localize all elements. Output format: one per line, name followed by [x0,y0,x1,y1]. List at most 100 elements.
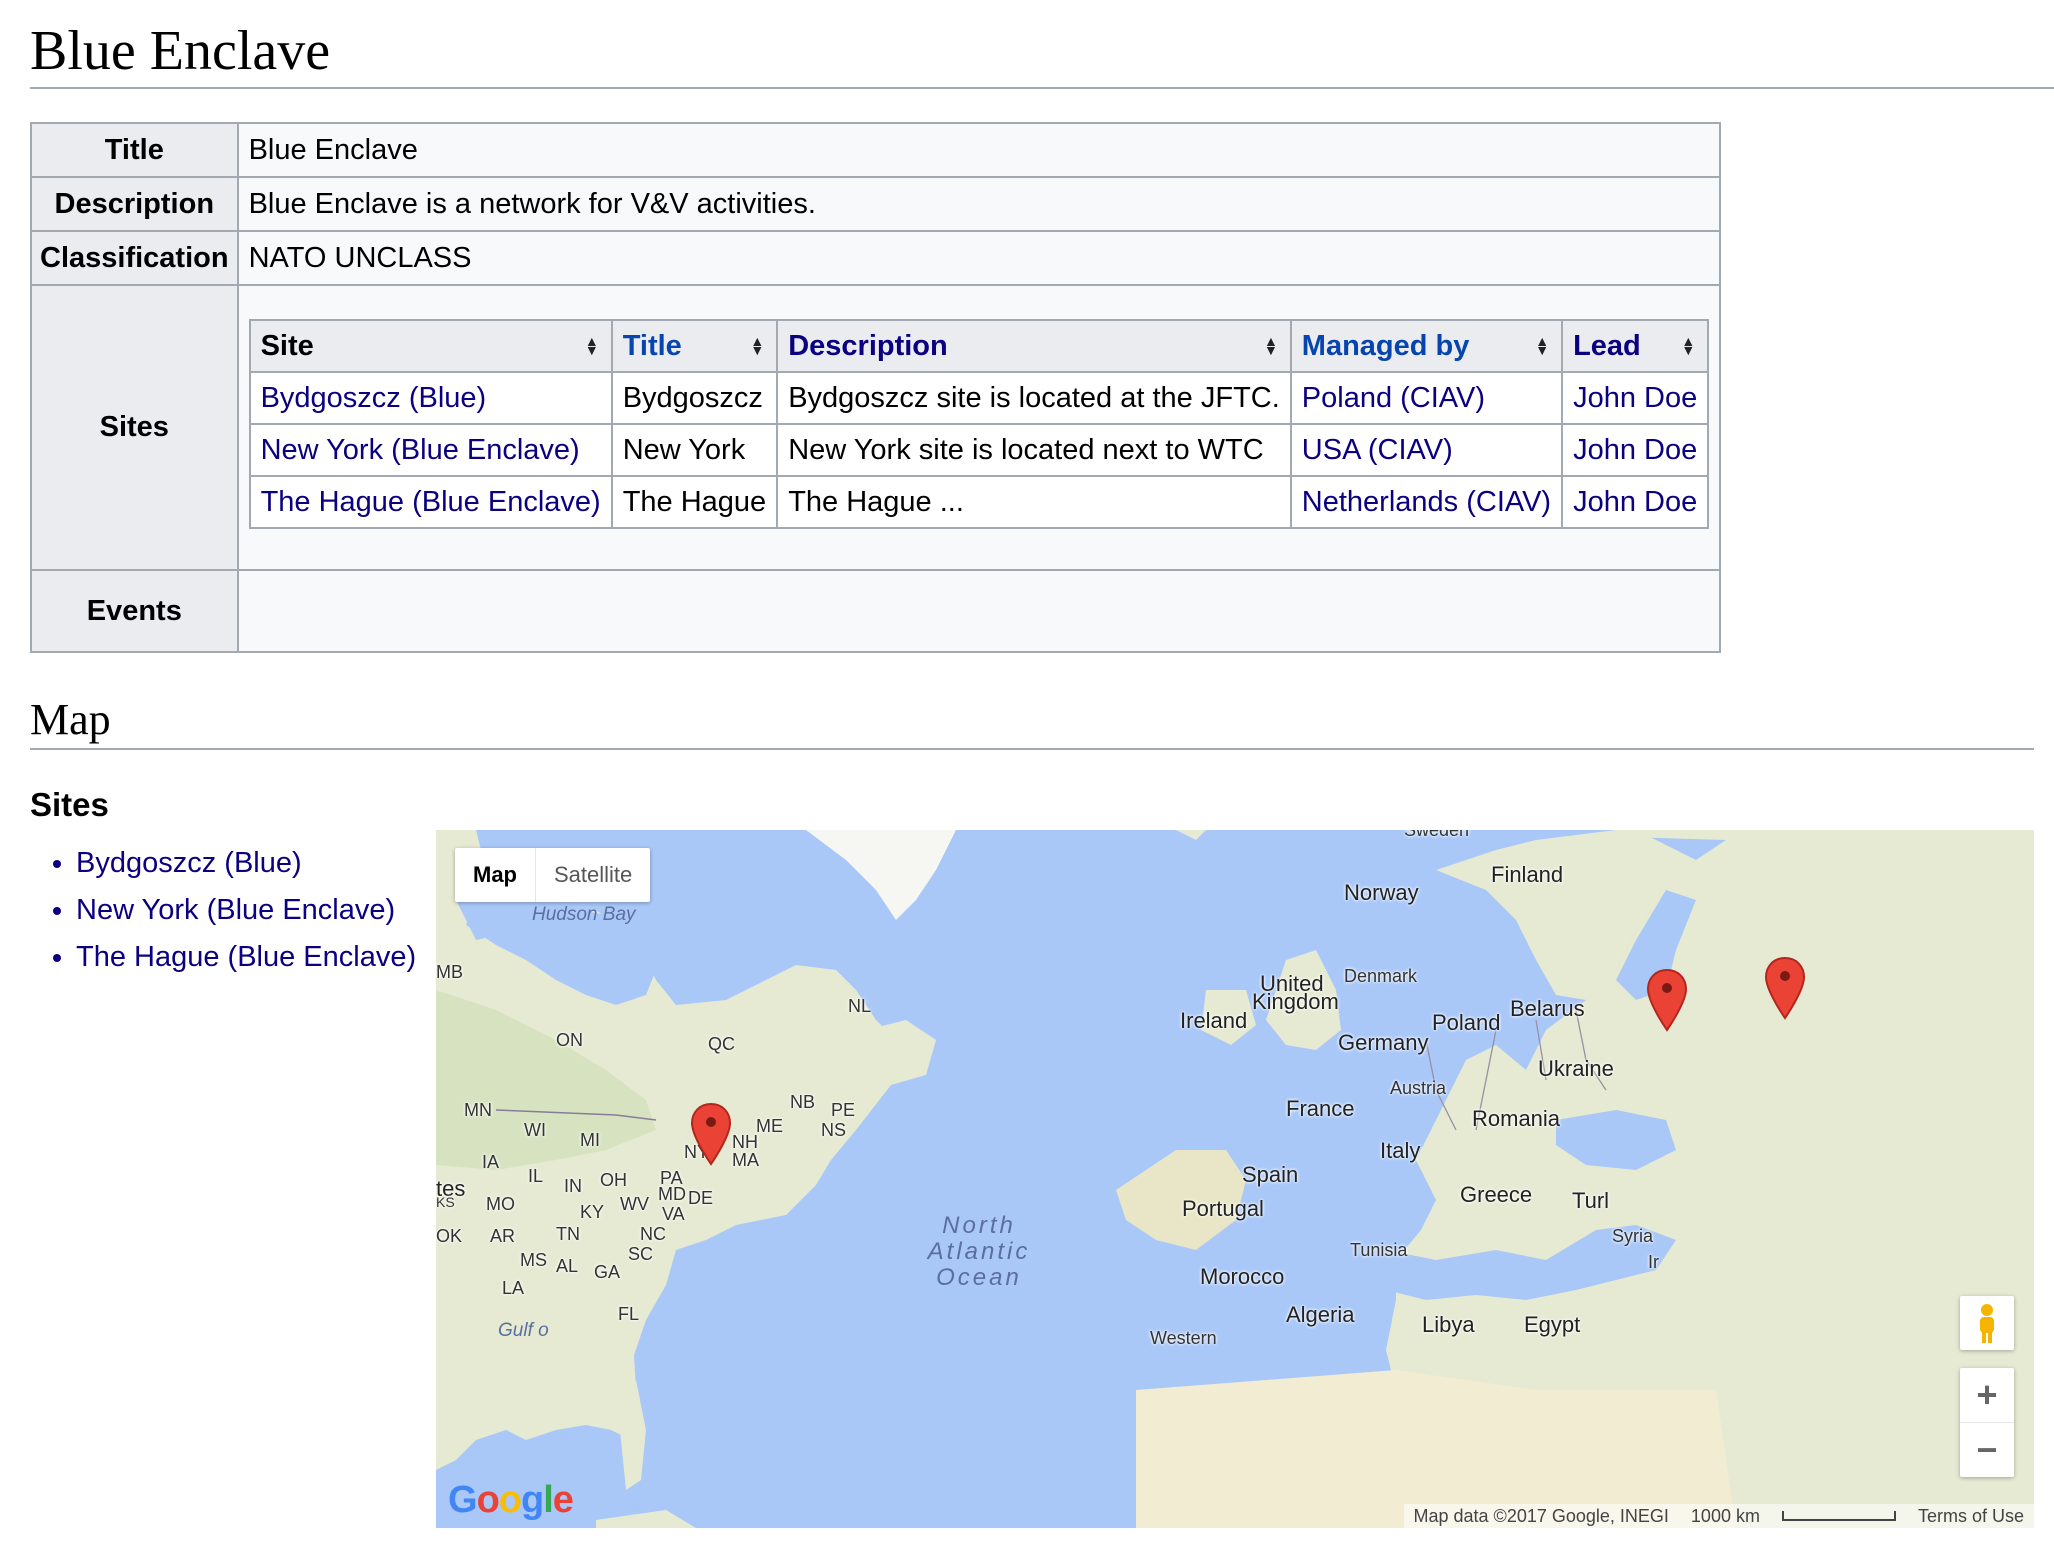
column-header-label[interactable]: Managed by [1302,330,1470,362]
column-header-title[interactable]: Title ▲ ▼ [610,319,779,373]
site-list-link[interactable]: New York (Blue Enclave) [76,894,395,926]
table-row: Bydgoszcz (Blue) Bydgoszcz Bydgoszcz sit… [248,371,1710,425]
site-list: Bydgoszcz (Blue) New York (Blue Enclave)… [48,840,416,981]
sort-icon[interactable]: ▲ ▼ [750,334,764,357]
map-label: Tunisia [1350,1240,1408,1260]
lead-link[interactable]: John Doe [1573,486,1697,518]
column-header-managed-by[interactable]: Managed by ▲ ▼ [1289,319,1564,373]
map-label: Belarus [1510,996,1585,1021]
column-header-label[interactable]: Lead [1573,330,1641,362]
table-row: The Hague (Blue Enclave) The Hague The H… [248,475,1710,529]
map-label: NL [848,996,872,1016]
map-label: VA [662,1204,685,1224]
map-label: OK [436,1226,463,1246]
google-logo: Google [448,1479,574,1521]
sort-icon[interactable]: ▲ ▼ [1535,334,1549,357]
site-link[interactable]: Bydgoszcz (Blue) [261,382,487,414]
map-label: Western [1150,1328,1217,1348]
map-label: IA [482,1152,500,1172]
map-label: Ireland [1180,1008,1248,1033]
map-label: Portugal [1182,1196,1264,1221]
infobox-row-classification: Classification NATO UNCLASS [30,230,1722,286]
site-title: Bydgoszcz [610,371,779,425]
terms-of-use-link[interactable]: Terms of Use [1918,1506,2024,1527]
map-label: Denmark [1344,966,1418,986]
map-type-control: Map Satellite [455,848,651,902]
zoom-out-button[interactable]: − [1960,1423,2014,1477]
infobox-label: Classification [30,230,239,286]
map-label: Kingdom [1252,989,1339,1014]
map-label: NS [821,1120,847,1140]
map-attribution-bar: Map data ©2017 Google, INEGI 1000 km Ter… [1403,1504,2034,1528]
site-description: Bydgoszcz site is located at the JFTC. [776,371,1292,425]
map-label: MO [486,1194,515,1214]
infobox-value: Blue Enclave [236,122,1722,178]
lead-link[interactable]: John Doe [1573,382,1697,414]
map-label: DE [688,1188,714,1208]
managed-by-link[interactable]: USA (CIAV) [1302,434,1453,466]
column-header-description[interactable]: Description ▲ ▼ [776,319,1292,373]
infobox-label: Description [30,176,239,232]
map-label: Italy [1380,1138,1421,1163]
map-label: WI [524,1120,546,1140]
map-label: Romania [1472,1106,1561,1131]
map-label: Poland [1432,1010,1501,1035]
sites-map[interactable]: Map Satellite Hudson Bay MB NL ON QC NB … [436,830,2034,1528]
map-marker-new-york[interactable] [690,1102,732,1166]
site-description: New York site is located next to WTC [776,423,1292,477]
site-title: The Hague [610,475,779,529]
managed-by-link[interactable]: Poland (CIAV) [1302,382,1485,414]
sort-icon[interactable]: ▲ ▼ [585,334,599,357]
site-link[interactable]: The Hague (Blue Enclave) [261,486,601,518]
map-label: LA [502,1278,525,1298]
infobox-label: Title [30,122,239,178]
map-label: IL [528,1166,544,1186]
list-item: New York (Blue Enclave) [76,887,416,934]
map-label: MA [732,1150,759,1170]
sites-subheading: Sites [30,786,109,823]
lead-link[interactable]: John Doe [1573,434,1697,466]
map-label: Norway [1344,880,1419,905]
sites-table: Site ▲ ▼ Title ▲ ▼ Description ▲ ▼ Managed by ▲… [248,319,1710,529]
infobox-value: Blue Enclave is a network for V&V activi… [236,176,1722,232]
infobox-value [236,569,1722,653]
table-row: New York (Blue Enclave) New York New Yor… [248,423,1710,477]
map-label: Morocco [1200,1264,1285,1289]
site-list-link[interactable]: Bydgoszcz (Blue) [76,847,302,879]
map-marker-the-hague[interactable] [1646,968,1688,1032]
page-title: Blue Enclave [30,20,331,82]
map-label: NC [640,1224,666,1244]
map-label: Ir [1648,1252,1659,1272]
street-view-pegman-icon[interactable] [1960,1296,2014,1350]
zoom-in-button[interactable]: + [1960,1368,2014,1423]
map-type-map-button[interactable]: Map [455,848,536,902]
map-label: MN [464,1100,492,1120]
column-header-label[interactable]: Title [623,330,682,362]
map-scale-label[interactable]: 1000 km [1691,1506,1760,1527]
infobox-label: Sites [30,284,239,571]
map-label: PE [831,1100,856,1120]
site-list-link[interactable]: The Hague (Blue Enclave) [76,941,416,973]
column-header-label: Site [260,329,314,362]
site-link[interactable]: New York (Blue Enclave) [261,434,580,466]
list-item: Bydgoszcz (Blue) [76,840,416,887]
map-marker-bydgoszcz[interactable] [1764,956,1806,1020]
zoom-control: + − [1960,1368,2014,1477]
map-label: IN [564,1176,582,1196]
map-label: MI [580,1130,600,1150]
sites-table-header-row: Site ▲ ▼ Title ▲ ▼ Description ▲ ▼ Managed by ▲… [248,319,1710,373]
map-label: Egypt [1524,1312,1581,1337]
column-header-label[interactable]: Description [788,330,948,362]
infobox-value: NATO UNCLASS [236,230,1722,286]
column-header-lead[interactable]: Lead ▲ ▼ [1561,319,1710,373]
map-label: ON [556,1030,583,1050]
map-label: Austria [1390,1078,1447,1098]
map-label: ME [756,1116,783,1136]
map-label: SC [628,1244,654,1264]
managed-by-link[interactable]: Netherlands (CIAV) [1302,486,1551,518]
map-type-satellite-button[interactable]: Satellite [536,848,650,902]
column-header-site[interactable]: Site ▲ ▼ [248,319,613,373]
map-label: KS [436,1194,455,1210]
sort-icon[interactable]: ▲ ▼ [1681,334,1695,357]
sort-icon[interactable]: ▲ ▼ [1264,334,1278,357]
